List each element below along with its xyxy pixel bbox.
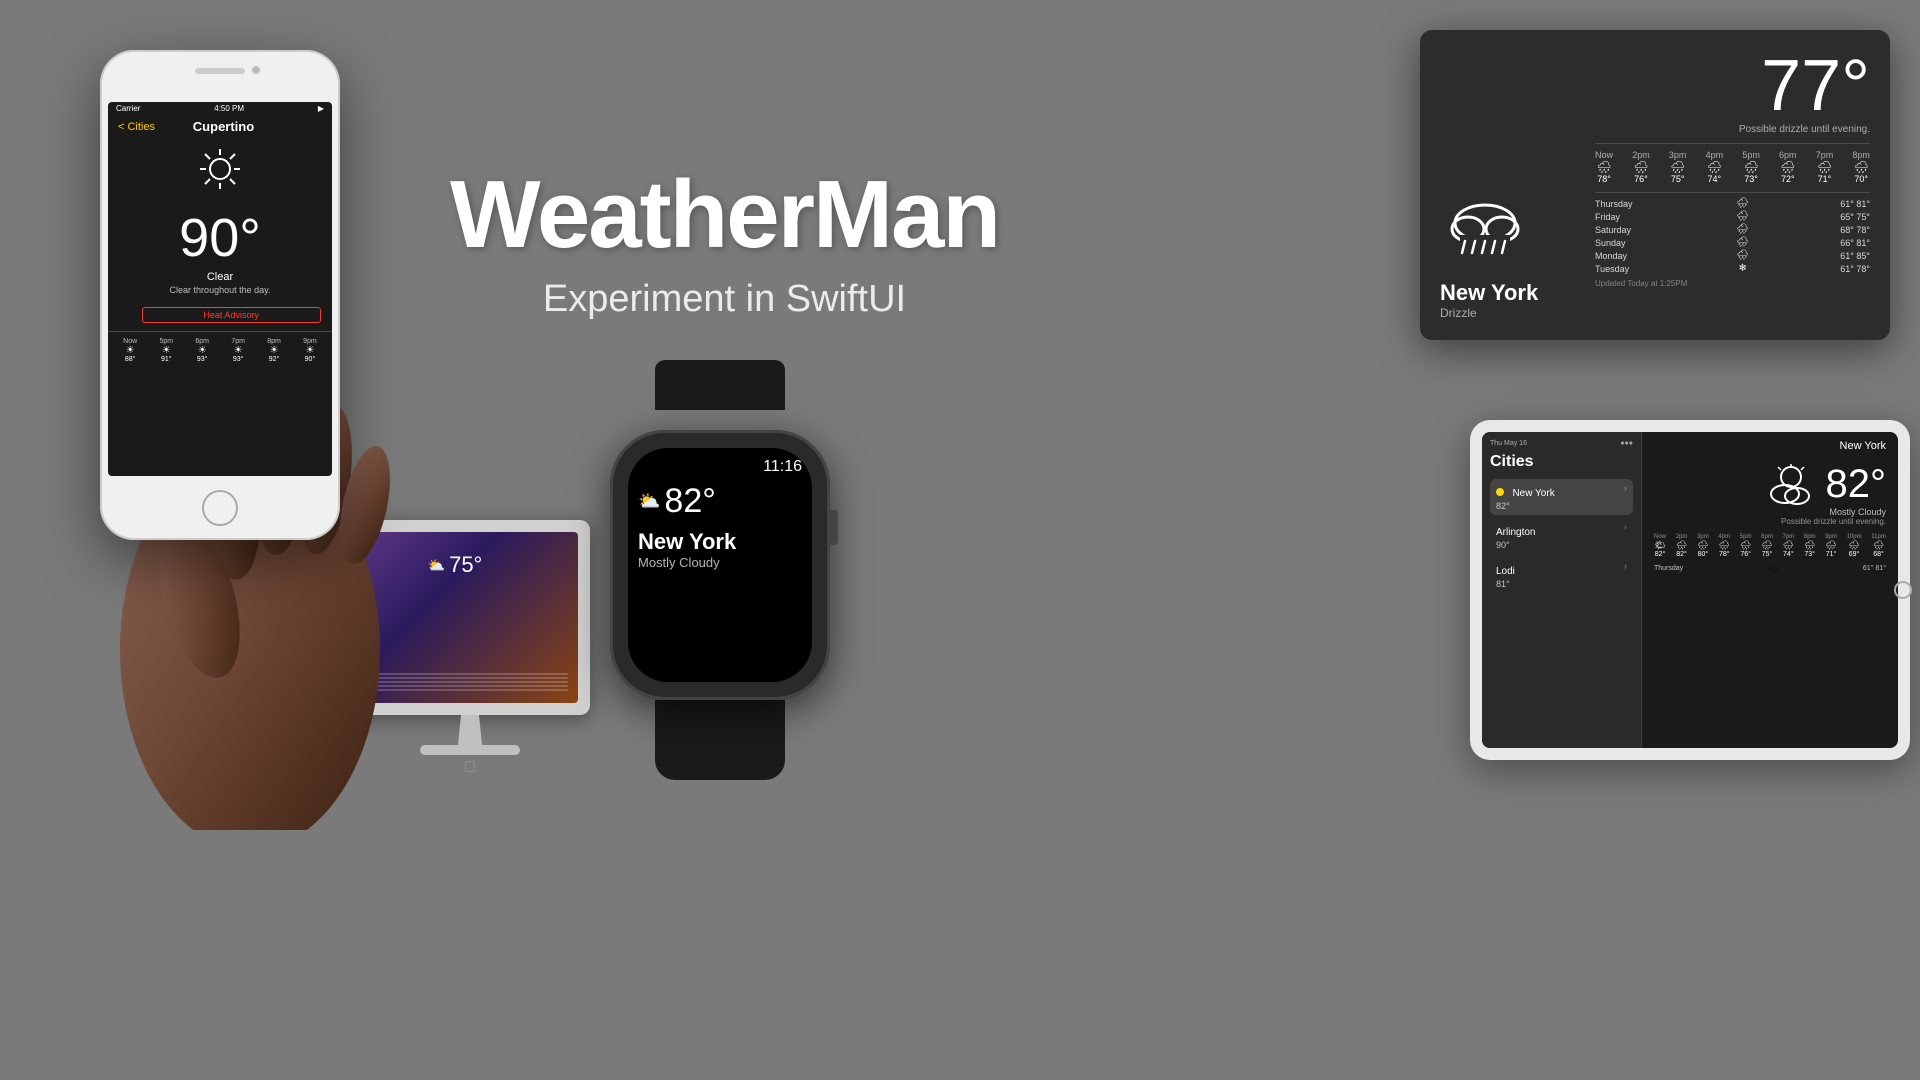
iphone-body: Carrier 4:50 PM ▶ < Cities Cupertino (100, 50, 340, 540)
center-text-block: WeatherMan Experiment in SwiftUI (450, 160, 999, 321)
carrier-label: Carrier (116, 104, 140, 113)
iphone-status-bar: Carrier 4:50 PM ▶ (108, 102, 332, 115)
tv-temperature-big: 77° (1595, 50, 1870, 122)
watch-temperature: 82° (664, 482, 715, 521)
watch-body: 11:16 ⛅ 82° New York Mostly Cloudy (610, 430, 830, 700)
tv-hour-0: Now🌧78° (1595, 150, 1613, 184)
ipad-right-temperature: 82° (1826, 462, 1887, 507)
iphone-hour-0: Now ☀ 88° (123, 338, 137, 363)
iphone-mockup: Carrier 4:50 PM ▶ < Cities Cupertino (60, 30, 420, 750)
ipad-right-condition: Mostly Cloudy (1654, 507, 1886, 517)
ipad-status-bar: Thu May 16 ●●● (1490, 440, 1633, 447)
tv-right-panel: 77° Possible drizzle until evening. Now🌧… (1595, 50, 1870, 320)
tv-hour-5: 6pm🌧72° (1779, 150, 1797, 184)
ipad-city-row-2[interactable]: Lodi › 81° (1490, 557, 1633, 593)
iphone-screen: Carrier 4:50 PM ▶ < Cities Cupertino (108, 102, 332, 476)
app-title: WeatherMan (450, 160, 999, 270)
ipad-location-dot (1496, 488, 1504, 496)
tv-city-name: New York (1440, 280, 1580, 306)
sun-icon (195, 144, 245, 194)
iphone-speaker (195, 68, 245, 74)
iphone-hour-2: 6pm ☀ 93° (195, 338, 209, 363)
ipad-partly-cloudy-icon (1763, 462, 1818, 507)
ipad-cities-panel: Thu May 16 ●●● Cities New York › 82° Arl… (1482, 432, 1642, 748)
apple-watch-mockup: 11:16 ⛅ 82° New York Mostly Cloudy (580, 360, 860, 740)
tv-hour-6: 7pm🌧71° (1816, 150, 1834, 184)
tv-possible-text: Possible drizzle until evening. (1595, 124, 1870, 135)
iphone-camera (252, 66, 260, 74)
tv-screen: New York Drizzle 77° Possible drizzle un… (1420, 30, 1890, 340)
ipad-body: Thu May 16 ●●● Cities New York › 82° Arl… (1470, 420, 1910, 760)
watch-weather-row: ⛅ 82° (638, 482, 802, 521)
tv-week-fri: Friday🌧65° 75° (1595, 210, 1870, 223)
ipad-right-condition-sub: Possible drizzle until evening. (1654, 517, 1886, 526)
tv-week-sat: Saturday🌧68° 78° (1595, 223, 1870, 236)
watch-condition: Mostly Cloudy (638, 555, 802, 570)
ipad-detail-panel: New York 82° Mostly Cloudy Possible driz… (1642, 432, 1898, 748)
ipad-mockup: Thu May 16 ●●● Cities New York › 82° Arl… (1470, 420, 1910, 760)
iphone-hour-5: 9pm ☀ 90° (303, 338, 317, 363)
tv-hourly-row: Now🌧78° 2pm🌧76° 3pm🌧75° 4pm🌧74° 5pm🌧73° … (1595, 143, 1870, 184)
imac-temperature: 75° (449, 552, 482, 578)
iphone-hourly-forecast: Now ☀ 88° 5pm ☀ 91° 6pm ☀ 93° 7pm ☀ (108, 331, 332, 365)
iphone-description: Clear throughout the day. (108, 285, 332, 295)
iphone-hour-4: 8pm ☀ 92° (267, 338, 281, 363)
tv-city-condition: Drizzle (1440, 306, 1580, 320)
imac-stand (455, 715, 485, 745)
tv-week-sun: Sunday🌧66° 81° (1595, 236, 1870, 249)
watch-weather-icon: ⛅ (638, 491, 660, 512)
ipad-city-row-0[interactable]: New York › 82° (1490, 479, 1633, 515)
signal-label: ▶ (318, 104, 324, 113)
iphone-temperature: 90° (108, 207, 332, 269)
watch-city: New York (638, 529, 802, 555)
tv-left-panel: New York Drizzle (1440, 50, 1580, 320)
iphone-nav: < Cities Cupertino (108, 115, 332, 138)
tv-updated-label: Updated Today at 1:25PM (1595, 279, 1870, 288)
tv-cloud-rain-icon (1440, 195, 1580, 265)
iphone-home-button[interactable] (202, 490, 238, 526)
iphone-sun-container (108, 138, 332, 205)
tv-hour-1: 2pm🌧76° (1632, 150, 1650, 184)
iphone-city-label: Cupertino (193, 119, 254, 134)
ipad-weekly-section: Thursday 🌧 61° 81° (1654, 564, 1886, 575)
ipad-hourly-section: Now🌤82° 2pm🌧82° 3pm🌧80° 4pm🌧78° 5pm🌧76° … (1654, 534, 1886, 558)
iphone-advisory-badge: Heat Advisory (142, 307, 321, 323)
ipad-right-weather-row: 82° (1654, 462, 1886, 507)
watch-band-top (655, 360, 785, 410)
iphone-hour-1: 5pm ☀ 91° (159, 338, 173, 363)
watch-time: 11:16 (638, 458, 802, 476)
watch-crown (828, 510, 838, 545)
tv-week-mon: Monday🌧61° 85° (1595, 249, 1870, 262)
ipad-cities-header: Cities (1490, 453, 1633, 471)
ipad-right-city-label: New York (1654, 440, 1886, 452)
tv-hour-3: 4pm🌧74° (1706, 150, 1724, 184)
tv-hour-4: 5pm🌧73° (1742, 150, 1760, 184)
app-subtitle: Experiment in SwiftUI (450, 278, 999, 321)
ipad-city-row-1[interactable]: Arlington › 90° (1490, 518, 1633, 554)
tv-week-tue: Tuesday❄61° 78° (1595, 262, 1870, 275)
time-label: 4:50 PM (214, 104, 244, 113)
tv-hour-2: 3pm🌧75° (1669, 150, 1687, 184)
watch-band-bottom (655, 700, 785, 780)
tv-display-mockup: New York Drizzle 77° Possible drizzle un… (1420, 30, 1890, 340)
tv-hour-7: 8pm🌧70° (1852, 150, 1870, 184)
cloud-rain-svg (1440, 195, 1530, 260)
iphone-advisory-container: Heat Advisory (108, 301, 332, 323)
iphone-condition: Clear (108, 271, 332, 283)
tv-week-thu: Thursday🌧61° 81° (1595, 197, 1870, 210)
iphone-back-button[interactable]: < Cities (118, 121, 155, 133)
tv-weekly-forecast: Thursday🌧61° 81° Friday🌧65° 75° Saturday… (1595, 192, 1870, 275)
watch-screen: 11:16 ⛅ 82° New York Mostly Cloudy (628, 448, 812, 682)
iphone-hour-3: 7pm ☀ 93° (231, 338, 245, 363)
ipad-screen: Thu May 16 ●●● Cities New York › 82° Arl… (1482, 432, 1898, 748)
